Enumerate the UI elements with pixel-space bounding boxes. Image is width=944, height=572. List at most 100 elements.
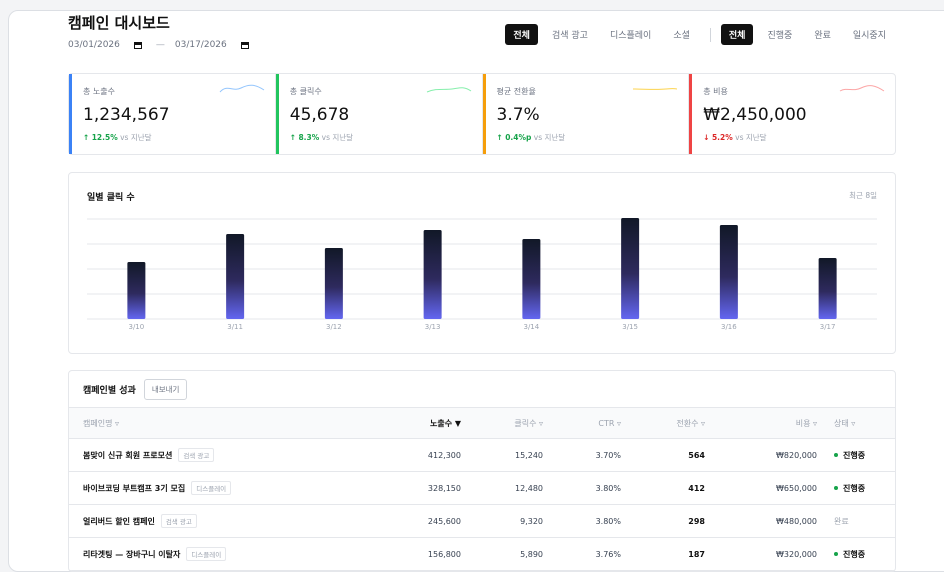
campaign-name[interactable]: 바이브코딩 부트캠프 3기 모집 xyxy=(83,484,185,493)
ctr-cell: 3.80% xyxy=(544,504,622,538)
campaign-cell: 얼리버드 할인 캠페인 검색 광고 xyxy=(69,504,404,538)
filter-channel-display[interactable]: 디스플레이 xyxy=(602,24,659,45)
status-cell: 진행중 xyxy=(818,471,895,505)
campaign-cell: 봄맞이 신규 회원 프로모션 검색 광고 xyxy=(69,438,404,472)
cost-cell: ₩320,000 xyxy=(706,537,818,571)
bar-3/14[interactable] xyxy=(522,239,541,319)
cost-cell: ₩480,000 xyxy=(706,504,818,538)
x-tick-label: 3/14 xyxy=(524,323,540,331)
filter-status-done[interactable]: 완료 xyxy=(806,24,839,45)
x-tick-label: 3/10 xyxy=(129,323,145,331)
date-separator: — xyxy=(155,40,165,50)
status-cell: 진행중 xyxy=(818,537,895,571)
kpi-value: 3.7% xyxy=(496,105,540,125)
channel-tag: 디스플레이 xyxy=(191,481,232,495)
bar-3/11[interactable] xyxy=(226,234,245,319)
campaign-cell: 리타겟팅 — 장바구니 이탈자 디스플레이 xyxy=(69,537,404,571)
col-clicks[interactable]: 클릭수 ▿ xyxy=(462,407,544,439)
kpi-conversion: 평균 전환율 3.7% ↑ 0.4%p vs 지난달 xyxy=(482,74,690,154)
ctr-cell: 3.80% xyxy=(544,471,622,505)
status-cell: 완료 xyxy=(818,504,895,538)
sparkline-icon xyxy=(633,88,678,90)
bar-3/12[interactable] xyxy=(324,248,343,319)
ctr-cell: 3.76% xyxy=(544,537,622,571)
end-date-value: 03/17/2026 xyxy=(174,40,227,50)
clicks-cell: 15,240 xyxy=(462,438,544,472)
cost-cell: ₩820,000 xyxy=(706,438,818,472)
date-range: 03/01/2026 — 03/17/2026 xyxy=(68,40,249,50)
delta-suffix: vs 지난달 xyxy=(533,133,566,142)
table-row[interactable]: 바이브코딩 부트캠프 3기 모집 디스플레이 328,150 12,480 3.8… xyxy=(69,471,895,505)
x-tick-label: 3/15 xyxy=(622,323,638,331)
delta-suffix: vs 지난달 xyxy=(321,133,354,142)
kpi-delta: ↓ 5.2% vs 지난달 xyxy=(703,132,881,143)
page-title: 캠페인 대시보드 xyxy=(68,14,170,32)
impressions-cell: 412,300 xyxy=(404,438,462,472)
filter-channel-social[interactable]: 소셜 xyxy=(665,24,698,45)
start-date-input[interactable]: 03/01/2026 xyxy=(68,40,142,50)
campaign-name[interactable]: 리타겟팅 — 장바구니 이탈자 xyxy=(83,550,180,559)
x-tick-label: 3/13 xyxy=(425,323,441,331)
status-badge: 진행중 xyxy=(843,483,866,493)
calendar-icon[interactable] xyxy=(133,41,142,49)
bar-3/17[interactable] xyxy=(818,258,837,319)
table-row[interactable]: 봄맞이 신규 회원 프로모션 검색 광고 412,300 15,240 3.70%… xyxy=(69,438,895,472)
impressions-cell: 328,150 xyxy=(404,471,462,505)
delta-arrow: ↑ xyxy=(496,133,503,142)
calendar-icon[interactable] xyxy=(240,41,249,49)
sparkline-icon xyxy=(219,84,265,93)
kpi-delta: ↑ 0.4%p vs 지난달 xyxy=(497,132,675,143)
impressions-cell: 156,800 xyxy=(404,537,462,571)
export-button[interactable]: 내보내기 xyxy=(143,378,188,400)
bar-3/16[interactable] xyxy=(719,225,738,319)
filter-status-all[interactable]: 전체 xyxy=(720,24,754,45)
clicks-cell: 12,480 xyxy=(462,471,544,505)
kpi-accent-bar xyxy=(69,74,72,154)
table-title: 캠페인별 성과 xyxy=(83,385,136,396)
campaign-name[interactable]: 얼리버드 할인 캠페인 xyxy=(83,517,155,526)
kpi-delta: ↑ 8.3% vs 지난달 xyxy=(290,132,468,143)
filter-channel-search[interactable]: 검색 광고 xyxy=(544,24,596,45)
bar-3/15[interactable] xyxy=(621,218,640,319)
table-row[interactable]: 리타겟팅 — 장바구니 이탈자 디스플레이 156,800 5,890 3.76%… xyxy=(69,537,895,571)
channel-tag: 디스플레이 xyxy=(186,547,227,561)
bar-3/13[interactable] xyxy=(423,230,442,319)
campaign-name[interactable]: 봄맞이 신규 회원 프로모션 xyxy=(83,451,172,460)
filter-status-active[interactable]: 진행중 xyxy=(759,24,800,45)
filter-channel-all[interactable]: 전체 xyxy=(505,24,538,45)
bar-3/10[interactable] xyxy=(127,262,146,319)
cost-cell: ₩650,000 xyxy=(706,471,818,505)
start-date-value: 03/01/2026 xyxy=(68,40,120,50)
x-tick-label: 3/11 xyxy=(227,323,243,331)
status-dot-icon xyxy=(834,453,838,457)
kpi-value: ₩2,450,000 xyxy=(703,105,807,125)
ctr-cell: 3.70% xyxy=(544,438,622,472)
campaign-table: 캠페인명 ▿ 노출수 ▼ 클릭수 ▿ CTR ▿ 전환수 ▿ 비용 ▿ 상태 ▿… xyxy=(69,407,895,571)
col-status[interactable]: 상태 ▿ xyxy=(818,407,895,439)
col-campaign[interactable]: 캠페인명 ▿ xyxy=(69,407,404,439)
status-badge: 진행중 xyxy=(843,450,866,460)
col-conversions[interactable]: 전환수 ▿ xyxy=(622,407,706,439)
col-cost[interactable]: 비용 ▿ xyxy=(706,407,818,439)
kpi-accent-bar xyxy=(482,74,486,154)
campaign-table-card: 캠페인별 성과 내보내기 캠페인명 ▿ 노출수 ▼ 클릭수 ▿ CTR ▿ 전환… xyxy=(68,370,896,572)
x-tick-label: 3/16 xyxy=(721,323,737,331)
kpi-value: 1,234,567 xyxy=(83,105,170,125)
conversions-cell: 412 xyxy=(622,471,706,505)
clicks-cell: 5,890 xyxy=(462,537,544,571)
delta-suffix: vs 지난달 xyxy=(120,133,152,142)
filter-bar: 전체 검색 광고 디스플레이 소셜 전체 진행중 완료 일시중지 xyxy=(499,24,894,45)
filter-status-paused[interactable]: 일시중지 xyxy=(845,24,894,45)
channel-tag: 검색 광고 xyxy=(178,448,215,462)
table-row[interactable]: 얼리버드 할인 캠페인 검색 광고 245,600 9,320 3.80% 298… xyxy=(69,504,895,538)
kpi-row: 총 노출수 1,234,567 ↑ 12.5% vs 지난달 총 클릭수 45,… xyxy=(68,73,896,155)
col-impressions[interactable]: 노출수 ▼ xyxy=(404,407,462,439)
kpi-clicks: 총 클릭수 45,678 ↑ 8.3% vs 지난달 xyxy=(275,74,483,154)
filter-divider xyxy=(709,27,711,42)
col-ctr[interactable]: CTR ▿ xyxy=(544,407,622,439)
delta-value: 12.5% xyxy=(91,133,118,142)
status-dot-icon xyxy=(834,486,838,490)
end-date-input[interactable]: 03/17/2026 xyxy=(175,40,249,50)
status-badge: 완료 xyxy=(834,516,849,526)
delta-value: 8.3% xyxy=(298,133,320,142)
